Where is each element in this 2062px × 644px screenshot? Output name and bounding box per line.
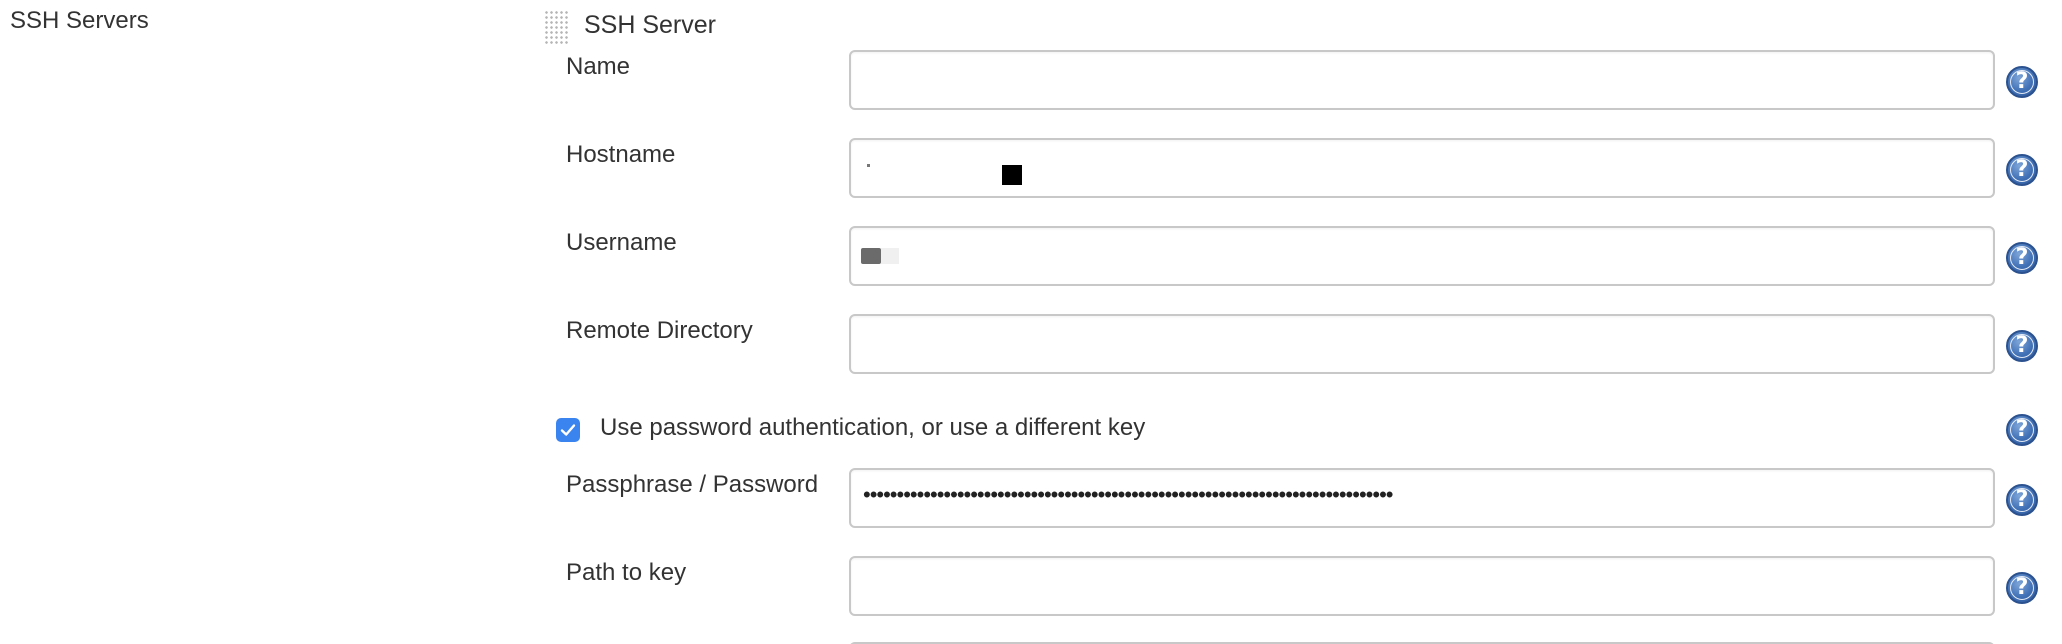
use-password-auth-checkbox[interactable] bbox=[556, 418, 580, 442]
drag-handle-icon[interactable] bbox=[544, 10, 568, 44]
hostname-label: Hostname bbox=[566, 141, 676, 168]
ssh-servers-config: SSH Servers SSH Server Name ? Hostname ?… bbox=[0, 0, 2062, 644]
passphrase-label: Passphrase / Password bbox=[566, 471, 819, 498]
redaction-block bbox=[861, 248, 881, 264]
use-password-auth-label[interactable]: Use password authentication, or use a di… bbox=[600, 412, 1145, 444]
username-label: Username bbox=[566, 229, 677, 256]
path-to-key-input[interactable] bbox=[849, 556, 1995, 616]
help-icon[interactable]: ? bbox=[2006, 66, 2038, 98]
password-mask: ••••••••••••••••••••••••••••••••••••••••… bbox=[863, 482, 1393, 507]
help-icon[interactable]: ? bbox=[2006, 330, 2038, 362]
section-label: SSH Servers bbox=[10, 7, 149, 34]
username-input[interactable] bbox=[849, 226, 1995, 286]
passphrase-input[interactable]: ••••••••••••••••••••••••••••••••••••••••… bbox=[849, 468, 1995, 528]
hostname-input[interactable] bbox=[849, 138, 1995, 198]
help-icon[interactable]: ? bbox=[2006, 242, 2038, 274]
redaction-mark bbox=[867, 164, 870, 167]
help-icon[interactable]: ? bbox=[2006, 154, 2038, 186]
path-to-key-label: Path to key bbox=[566, 559, 687, 586]
name-input[interactable] bbox=[849, 50, 1995, 110]
checkmark-icon bbox=[560, 424, 576, 436]
redaction-block bbox=[881, 248, 899, 264]
remote-directory-input[interactable] bbox=[849, 314, 1995, 374]
help-icon[interactable]: ? bbox=[2006, 484, 2038, 516]
name-label: Name bbox=[566, 53, 631, 80]
help-icon[interactable]: ? bbox=[2006, 414, 2038, 446]
ssh-server-title: SSH Server bbox=[584, 11, 716, 39]
remote-directory-label: Remote Directory bbox=[566, 317, 753, 344]
help-icon[interactable]: ? bbox=[2006, 572, 2038, 604]
redaction-block bbox=[1002, 165, 1022, 185]
